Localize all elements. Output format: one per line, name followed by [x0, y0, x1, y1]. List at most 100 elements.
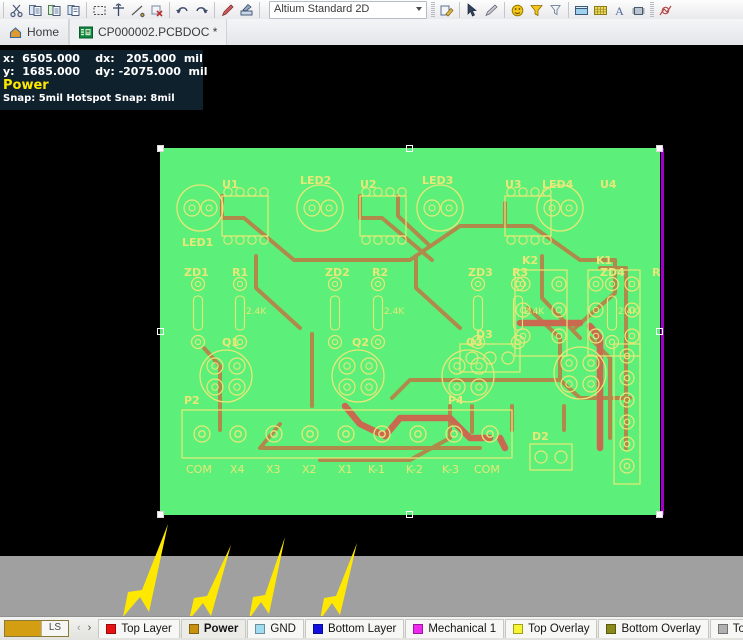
svg-text:A: A — [615, 4, 624, 18]
svg-text:R1: R1 — [232, 266, 248, 279]
svg-text:2.4K: 2.4K — [618, 307, 639, 317]
toolbar-divider — [568, 1, 569, 18]
layer-color-swatch — [312, 624, 323, 634]
text-icon[interactable]: A — [610, 1, 629, 19]
place-component-icon[interactable] — [237, 1, 256, 19]
selection-handle-top-right[interactable] — [656, 145, 663, 152]
layer-tab-top-layer[interactable]: Top Layer — [98, 619, 180, 638]
cut-icon[interactable] — [7, 1, 26, 19]
svg-text:K1: K1 — [596, 254, 612, 267]
layer-tab-power[interactable]: Power — [180, 619, 247, 638]
clear-filter-icon[interactable] — [546, 1, 565, 19]
chevron-down-icon — [416, 7, 422, 11]
layer-next-button[interactable]: › — [88, 623, 92, 634]
svg-text:D3: D3 — [476, 328, 493, 341]
toolbar-divider — [259, 1, 260, 18]
svg-text:U1: U1 — [222, 178, 239, 191]
layer-tab-bottom-overlay[interactable]: Bottom Overlay — [598, 619, 709, 638]
tab-pcb-document[interactable]: CP000002.PCBDOC * — [69, 19, 228, 45]
cursor-select-icon[interactable] — [463, 1, 482, 19]
svg-text:LED3: LED3 — [422, 174, 453, 187]
layer-set-button[interactable]: LS — [4, 620, 69, 637]
layer-tab-gnd[interactable]: GND — [247, 619, 304, 638]
svg-text:LED2: LED2 — [300, 174, 331, 187]
board-insight-icon[interactable] — [437, 1, 456, 19]
selection-handle-top-left[interactable] — [157, 145, 164, 152]
pcb-canvas[interactable]: x: 6505.000 dx: 205.000 mil y: 1685.000 … — [0, 45, 743, 555]
toolbar-divider — [3, 1, 4, 18]
home-icon — [9, 26, 22, 39]
svg-text:ZD2: ZD2 — [325, 266, 350, 279]
layer-tab-label: Mechanical 1 — [428, 623, 497, 635]
readout-line-x: x: 6505.000 dx: 205.000 mil — [3, 52, 203, 65]
svg-text:Q2: Q2 — [352, 336, 369, 349]
svg-text:K2: K2 — [522, 254, 538, 267]
snap-settings-label: Snap: 5mil Hotspot Snap: 8mil — [3, 93, 175, 104]
svg-text:LED4: LED4 — [542, 178, 574, 191]
board-view-icon[interactable] — [572, 1, 591, 19]
selection-handle-bottom-right[interactable] — [656, 511, 663, 518]
svg-text:ZD1: ZD1 — [184, 266, 209, 279]
svg-text:ZD4: ZD4 — [600, 266, 625, 279]
view-mode-value: Altium Standard 2D — [274, 3, 370, 15]
paste-icon[interactable] — [45, 1, 64, 19]
toolbar-grip[interactable] — [431, 1, 435, 18]
tab-home-label: Home — [27, 25, 60, 39]
layer-tab-mechanical-1[interactable]: Mechanical 1 — [405, 619, 505, 638]
svg-text:K-3: K-3 — [442, 463, 459, 476]
paste-special-icon[interactable] — [64, 1, 83, 19]
document-tab-bar: Home CP000002.PCBDOC * — [0, 19, 743, 46]
pcb-document-icon — [79, 26, 94, 39]
svg-text:R3: R3 — [512, 266, 528, 279]
svg-text:X2: X2 — [302, 463, 317, 476]
svg-text:R4: R4 — [652, 266, 660, 279]
selection-handle-mid-left[interactable] — [157, 328, 164, 335]
layer-color-swatch — [255, 624, 266, 634]
layer-tab-bottom-layer[interactable]: Bottom Layer — [304, 619, 405, 638]
toolbar-divider — [214, 1, 215, 18]
svg-text:U4: U4 — [600, 178, 617, 191]
design-rule-check-icon[interactable] — [482, 1, 501, 19]
highlight-net-icon[interactable] — [508, 1, 527, 19]
component-icon[interactable] — [629, 1, 648, 19]
pcb-board[interactable]: U1 U2 U3 U4 LED1 LED2 LED3 LED4 ZD1 R1 Z… — [160, 148, 664, 515]
move-icon[interactable] — [109, 1, 128, 19]
main-toolbar: Altium Standard 2D A — [0, 0, 743, 20]
undo-icon[interactable] — [173, 1, 192, 19]
filter-icon[interactable] — [527, 1, 546, 19]
selection-handle-mid-right[interactable] — [656, 328, 663, 335]
toolbar-divider — [504, 1, 505, 18]
layer-tab-label: Bottom Overlay — [621, 623, 701, 635]
selection-handle-bottom-left[interactable] — [157, 511, 164, 518]
svg-text:U2: U2 — [360, 178, 377, 191]
layer-tab-top-overlay[interactable]: Top Overlay — [505, 619, 598, 638]
view-mode-dropdown[interactable]: Altium Standard 2D — [269, 1, 427, 19]
selection-handle-mid-top[interactable] — [406, 145, 413, 152]
layer-tab-label: Top Layer — [121, 623, 172, 635]
redo-icon[interactable] — [192, 1, 211, 19]
selection-handle-mid-bottom[interactable] — [406, 511, 413, 518]
toolbar-grip[interactable] — [650, 1, 654, 18]
layer-tab-label: Bottom Layer — [327, 623, 397, 635]
layer-color-swatch — [188, 624, 199, 634]
svg-text:P2: P2 — [184, 394, 200, 407]
layer-prev-button[interactable]: ‹ — [77, 623, 81, 634]
layer-tab-label: GND — [270, 623, 296, 635]
svg-text:U3: U3 — [505, 178, 522, 191]
measure-icon[interactable] — [128, 1, 147, 19]
delete-icon[interactable] — [147, 1, 166, 19]
grid-icon[interactable] — [591, 1, 610, 19]
tab-home[interactable]: Home — [0, 19, 70, 45]
layer-tab-top-paste[interactable]: Top Paste — [709, 619, 743, 638]
tab-pcb-document-label: CP000002.PCBDOC * — [98, 25, 218, 39]
layer-tab-label: Top Overlay — [528, 623, 590, 635]
layer-color-swatch — [413, 624, 424, 634]
layer-set-color-swatch — [5, 621, 41, 636]
svg-text:LED1: LED1 — [182, 236, 213, 249]
edit-pencil-icon[interactable] — [218, 1, 237, 19]
routing-icon[interactable] — [656, 1, 675, 19]
layer-tab-label: Top Paste — [732, 623, 743, 635]
active-layer-label: Power — [3, 78, 49, 93]
copy-icon[interactable] — [26, 1, 45, 19]
select-area-icon[interactable] — [90, 1, 109, 19]
